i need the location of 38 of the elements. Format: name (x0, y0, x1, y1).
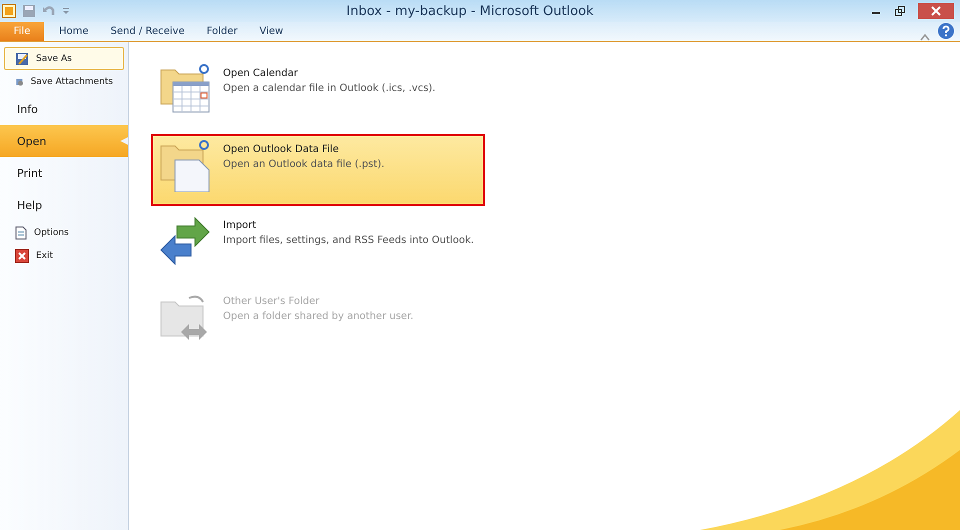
save-icon[interactable] (22, 4, 36, 18)
ribbon-tab[interactable]: Folder (196, 22, 248, 41)
open-option[interactable]: Open Outlook Data File Open an Outlook data file (.pst). (151, 134, 485, 206)
menu-command[interactable]: Save As (4, 47, 124, 70)
option-description: Open a calendar file in Outlook (.ics, .vcs). (223, 83, 436, 94)
option-title: Import (223, 220, 258, 231)
backstage-tab[interactable]: Open (0, 125, 128, 157)
backstage-tab[interactable]: Help (0, 189, 128, 221)
import-arrows-icon (159, 216, 211, 268)
close-icon (931, 6, 941, 16)
restore-icon[interactable] (894, 5, 906, 17)
backstage-tab[interactable]: Info (0, 93, 128, 125)
folder-calendar-icon (159, 64, 211, 114)
folder-file-icon (159, 140, 211, 192)
close-icon (15, 248, 29, 262)
undo-icon[interactable] (42, 4, 56, 18)
option-title: Open Calendar (223, 68, 299, 79)
option-title: Open Outlook Data File (223, 144, 340, 155)
close-button[interactable] (918, 3, 954, 19)
backstage-tab[interactable]: Print (0, 157, 128, 189)
option-title: Other User's Folder (223, 296, 320, 307)
menu-command[interactable]: Exit (4, 244, 124, 267)
option-description: Open a folder shared by another user. (223, 311, 414, 322)
open-option[interactable]: Open Calendar Open a calendar file in Outlook (.ics, .vcs). (151, 58, 485, 130)
document-icon (15, 226, 27, 240)
collapse-ribbon-icon[interactable] (920, 33, 930, 41)
option-description: Import files, settings, and RSS Feeds into Outlook. (223, 235, 474, 246)
menu-command[interactable]: Save Attachments (4, 70, 124, 93)
save-as-icon (15, 52, 29, 66)
open-option[interactable]: Import Import files, settings, and RSS Feeds into Outlook. (151, 210, 485, 282)
option-description: Open an Outlook data file (.pst). (223, 159, 384, 170)
dropdown-icon[interactable] (62, 6, 70, 16)
ribbon-tab[interactable]: Home (48, 22, 100, 41)
ribbon-tab[interactable]: View (248, 22, 294, 41)
ribbon-tab[interactable]: Send / Receive (100, 22, 196, 41)
menu-command[interactable]: Options (4, 221, 124, 244)
help-icon[interactable] (938, 23, 954, 39)
window-title: Inbox - my-backup - Microsoft Outlook (345, 4, 595, 18)
